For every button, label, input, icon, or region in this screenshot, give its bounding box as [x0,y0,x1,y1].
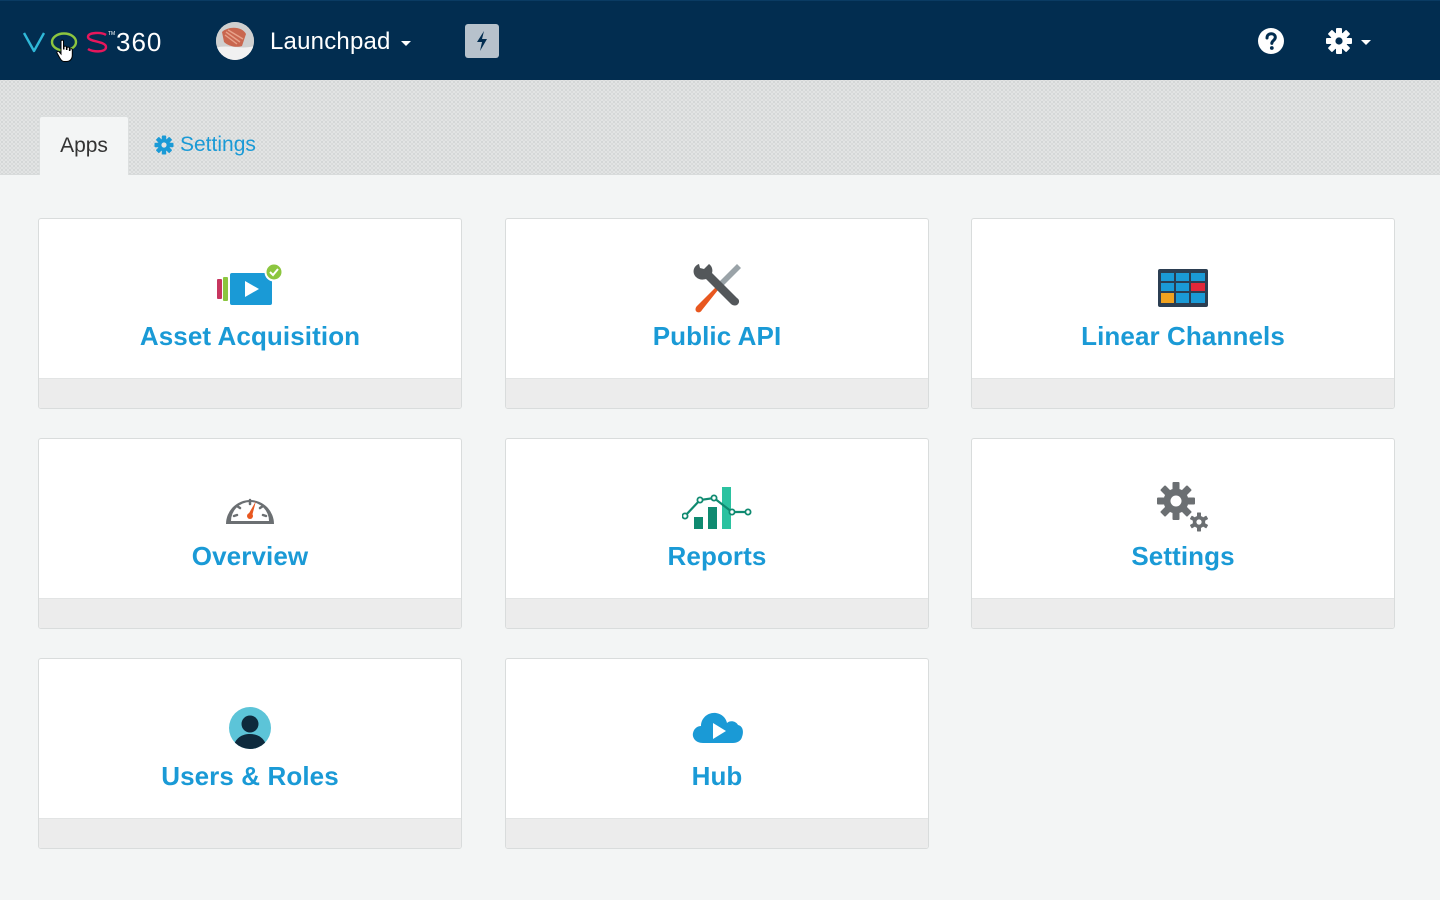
avatar-image [216,22,254,60]
tab-apps[interactable]: Apps [39,116,129,175]
user-icon [229,707,271,749]
app-card-hub[interactable]: Hub [505,658,929,849]
svg-text:TM: TM [108,31,115,37]
card-label: Hub [691,761,743,791]
icon-container [39,259,461,317]
hand-cursor-icon [56,39,73,62]
app-card-settings[interactable]: Settings [971,438,1395,629]
help-icon [1258,28,1284,54]
card-footer [506,598,928,628]
card-footer [39,598,461,628]
app-card-linear-channels[interactable]: Linear Channels [971,218,1395,409]
card-footer [506,378,928,408]
asset-acquisition-icon [217,263,284,305]
linear-channels-grid-icon [1158,269,1208,307]
icon-container [506,259,928,317]
top-navbar: TM 360 Launchpad [0,0,1440,80]
app-card-overview[interactable]: Overview [38,438,462,629]
gear-icon [154,135,174,155]
card-label: Linear Channels [1081,321,1285,351]
app-card-users-roles[interactable]: Users & Roles [38,658,462,849]
lightning-icon [477,31,487,51]
card-label: Users & Roles [161,761,339,791]
card-label: Public API [652,321,782,351]
icon-container [506,699,928,757]
icon-container [39,479,461,537]
chevron-down-icon [1361,40,1371,45]
card-label: Overview [191,541,309,571]
card-label: Settings [1131,541,1235,571]
svg-text:360: 360 [116,27,162,57]
app-card-asset-acquisition[interactable]: Asset Acquisition [38,218,462,409]
icon-container [972,259,1394,317]
settings-menu-button[interactable] [1325,27,1371,55]
quick-actions-button[interactable] [465,24,499,58]
card-footer [39,818,461,848]
app-switcher-label: Launchpad [270,28,391,55]
card-footer [506,818,928,848]
cloud-play-icon [692,712,743,743]
logo-mark: TM 360 [22,27,162,57]
card-footer [39,378,461,408]
app-switcher-dropdown[interactable]: Launchpad [270,25,411,59]
app-card-reports[interactable]: Reports [505,438,929,629]
icon-container [972,479,1394,537]
card-footer [972,598,1394,628]
account-avatar[interactable] [216,22,254,60]
tools-icon [693,264,741,313]
tab-bar: Apps Settings [0,80,1440,175]
gears-icon [1157,482,1209,532]
tab-apps-label: Apps [60,134,108,157]
tab-settings[interactable]: Settings [154,130,256,160]
tab-settings-label: Settings [180,133,256,156]
card-footer [972,378,1394,408]
app-card-public-api[interactable]: Public API [505,218,929,409]
icon-container [39,699,461,757]
card-label: Asset Acquisition [139,321,361,351]
icon-container [506,479,928,537]
speedometer-icon [226,498,274,524]
bar-chart-icon [682,487,752,529]
chevron-down-icon [400,41,411,46]
vos360-logo[interactable]: TM 360 [22,27,182,57]
gear-icon [1326,28,1352,54]
help-button[interactable] [1257,27,1285,55]
card-label: Reports [667,541,767,571]
